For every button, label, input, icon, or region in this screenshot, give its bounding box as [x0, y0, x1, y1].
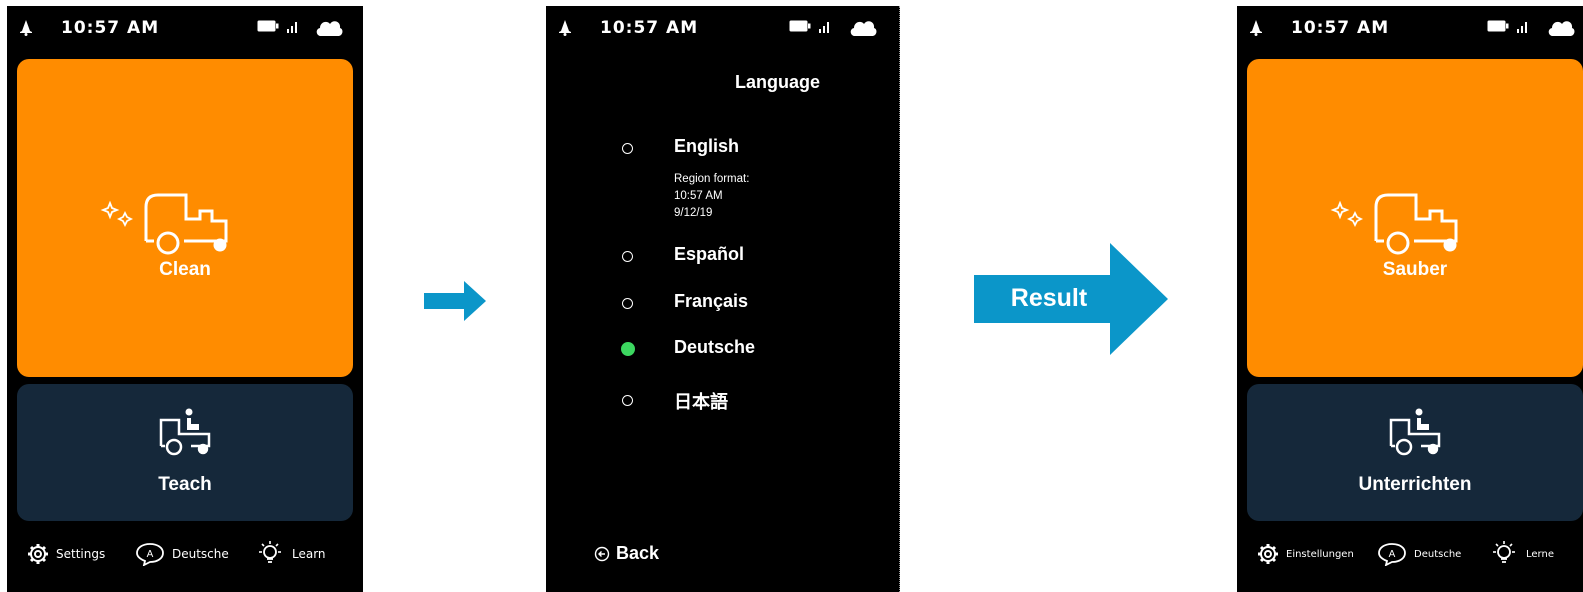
back-button[interactable]: Back [594, 543, 659, 564]
learn-nav-button[interactable]: Lerne [1489, 539, 1554, 569]
settings-nav-button[interactable]: Einstellungen [1257, 539, 1354, 569]
arrow-right-icon [424, 281, 486, 321]
language-nav-button[interactable]: A Deutsche [135, 539, 229, 569]
language-bubble-icon: A [1378, 543, 1406, 566]
home-screen-german: 10:57 AM Sauber Unterrichten Einstellung… [1237, 6, 1583, 592]
region-format-heading: Region format: [674, 173, 750, 185]
language-screen: 10:57 AM Language English Region format:… [546, 6, 900, 592]
region-format-time: 10:57 AM [674, 190, 723, 202]
language-label: Deutsche [1414, 548, 1462, 560]
clean-tile[interactable]: Sauber [1247, 59, 1583, 377]
language-option-label: English [674, 136, 740, 156]
radio-button[interactable] [622, 143, 633, 154]
bell-icon [559, 20, 571, 36]
radio-button[interactable] [622, 298, 633, 309]
bottom-nav: Einstellungen A Deutsche Lerne [1237, 531, 1583, 581]
status-bar: 10:57 AM [1237, 6, 1583, 50]
back-label: Back [616, 543, 660, 563]
learn-label: Learn [292, 547, 326, 561]
battery-icon [789, 20, 811, 32]
language-option-label: Español [674, 244, 745, 264]
clean-label: Clean [159, 259, 211, 280]
lightbulb-icon [1493, 541, 1515, 563]
language-nav-button[interactable]: A Deutsche [1377, 539, 1461, 569]
status-bar: 10:57 AM [7, 6, 363, 50]
cloud-icon [316, 21, 343, 36]
language-bubble-icon: A [136, 543, 164, 566]
bottom-nav: Settings A Deutsche Learn [7, 531, 363, 581]
region-format-info: Region format: 10:57 AM 9/12/19 [674, 171, 749, 222]
gear-icon [28, 544, 48, 564]
status-time: 10:57 AM [1291, 18, 1390, 38]
signal-icon [1517, 22, 1527, 33]
page-title: Language [734, 72, 820, 92]
teach-label: Teach [158, 474, 212, 495]
settings-nav-button[interactable]: Settings [27, 539, 105, 569]
learn-nav-button[interactable]: Learn [255, 539, 326, 569]
radio-button[interactable] [622, 395, 633, 406]
teach-vehicle-icon [1389, 408, 1441, 456]
result-label: Result [1010, 284, 1088, 312]
gear-icon [1258, 544, 1278, 564]
signal-icon [287, 22, 297, 33]
teach-label: Unterrichten [1358, 474, 1472, 495]
radio-button[interactable] [622, 251, 633, 262]
language-option-label: Français [674, 291, 749, 311]
signal-icon [819, 22, 829, 33]
bell-icon [20, 20, 32, 36]
settings-label: Settings [56, 547, 106, 561]
lightbulb-icon [259, 541, 281, 563]
language-option-label: 日本語 [674, 392, 728, 412]
status-bar: 10:57 AM [546, 6, 899, 50]
clean-label: Sauber [1382, 259, 1448, 280]
status-time: 10:57 AM [61, 18, 160, 38]
language-option-label: Deutsche [674, 337, 756, 357]
clean-tile[interactable]: Clean [17, 59, 353, 377]
learn-label: Lerne [1526, 548, 1554, 560]
home-screen-english: 10:57 AM Clean Teach Settings A Deutsche… [7, 6, 363, 592]
cloud-icon [1548, 21, 1575, 36]
language-label: Deutsche [172, 547, 229, 561]
bell-icon [1250, 20, 1262, 36]
back-arrow-icon [594, 546, 610, 561]
teach-tile[interactable]: Teach [17, 384, 353, 521]
teach-tile[interactable]: Unterrichten [1247, 384, 1583, 521]
region-format-date: 9/12/19 [674, 207, 713, 219]
teach-vehicle-icon [159, 408, 211, 456]
svg-text:A: A [147, 549, 154, 560]
cleaning-vehicle-icon [1330, 193, 1458, 255]
status-time: 10:57 AM [600, 18, 699, 38]
svg-text:A: A [1389, 549, 1396, 560]
battery-icon [257, 20, 279, 32]
battery-icon [1487, 20, 1509, 32]
radio-button-selected[interactable] [621, 342, 635, 356]
cloud-icon [850, 21, 877, 36]
cleaning-vehicle-icon [100, 193, 228, 255]
settings-label: Einstellungen [1286, 548, 1354, 560]
